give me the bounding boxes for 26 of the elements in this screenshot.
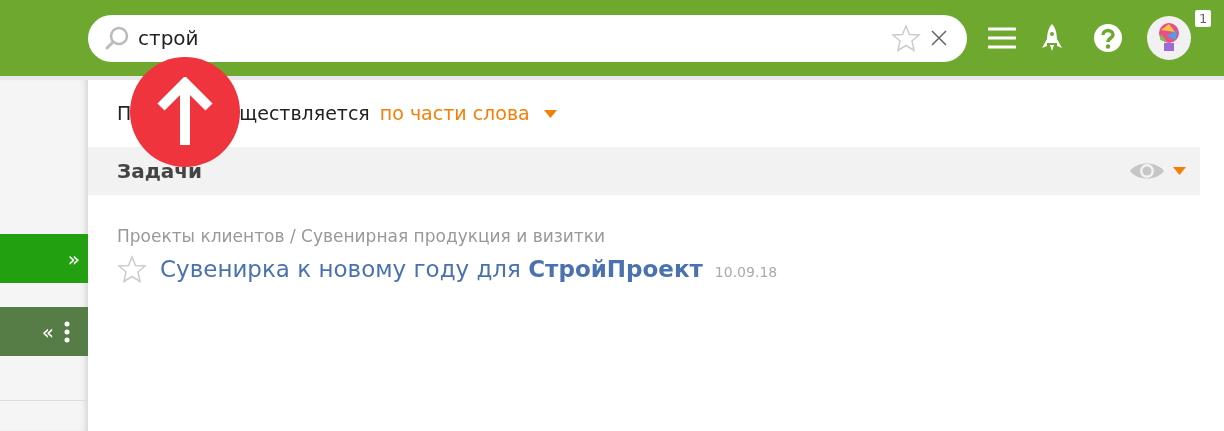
notification-badge: 1 xyxy=(1195,10,1212,27)
result-link[interactable]: Сувенирка к новому году для СтройПроект xyxy=(160,251,703,286)
search-input[interactable]: строй xyxy=(138,23,891,53)
rocket-icon[interactable] xyxy=(1041,23,1063,53)
expand-icon[interactable]: » xyxy=(67,243,80,274)
star-icon[interactable] xyxy=(117,254,147,283)
help-icon[interactable] xyxy=(1093,23,1123,53)
star-icon[interactable] xyxy=(891,24,921,52)
caret-icon[interactable] xyxy=(1173,167,1186,175)
search-icon xyxy=(104,25,130,51)
search-mode-dropdown[interactable]: по части слова xyxy=(379,99,557,128)
search-mode-label: П xyxy=(117,101,132,127)
result-date: 10.09.18 xyxy=(714,263,778,283)
avatar-icon[interactable] xyxy=(1147,16,1191,60)
expand-bar[interactable]: » xyxy=(0,234,88,283)
search-field[interactable]: строй xyxy=(88,14,967,62)
result-path: Проекты клиентов / Сувенирная продукция и визитки xyxy=(117,225,607,248)
search-mode-label: ществляется xyxy=(239,101,370,127)
collapse-icon[interactable]: « xyxy=(41,316,54,347)
section-title: Задачи xyxy=(117,158,204,185)
menu-icon[interactable] xyxy=(988,27,1016,49)
caret-icon xyxy=(543,109,557,118)
arrow-up-icon xyxy=(155,77,215,147)
collapse-bar[interactable]: « xyxy=(0,307,88,356)
more-icon[interactable] xyxy=(64,320,70,343)
close-icon[interactable] xyxy=(931,30,947,46)
